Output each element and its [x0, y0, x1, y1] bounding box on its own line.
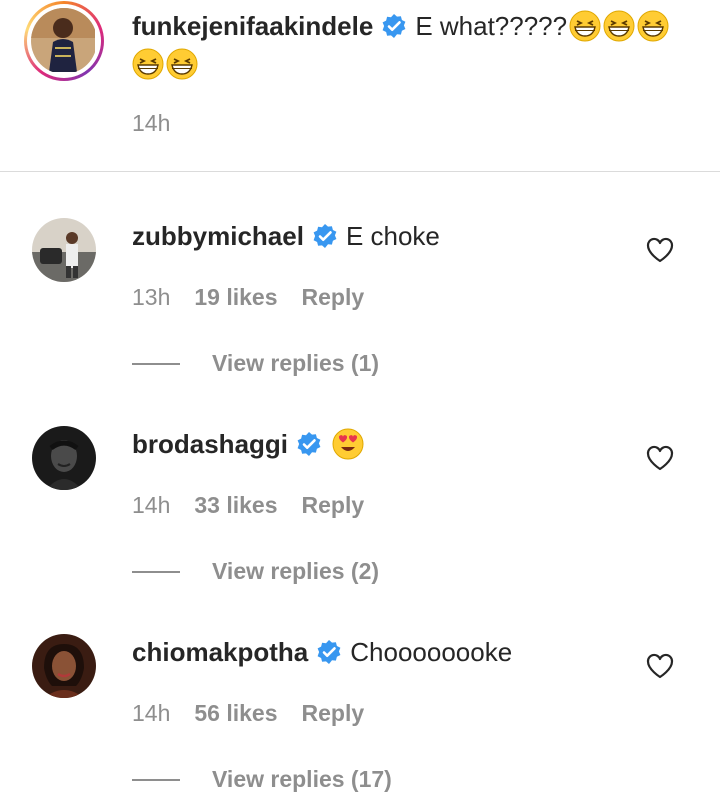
- grinning-squint-emoji: [603, 10, 635, 42]
- comment-meta: 13h 19 likes Reply: [132, 284, 364, 311]
- like-heart-icon[interactable]: [645, 443, 675, 473]
- comment-meta: 14h 33 likes Reply: [132, 492, 364, 519]
- timestamp: 13h: [132, 284, 171, 310]
- timestamp: 14h: [132, 700, 171, 726]
- heart-eyes-emoji: [332, 428, 364, 460]
- view-replies-button[interactable]: View replies (1): [132, 350, 379, 377]
- avatar[interactable]: [31, 8, 97, 74]
- caption-meta: 14h: [132, 110, 170, 137]
- reply-button[interactable]: Reply: [302, 700, 365, 727]
- like-heart-icon[interactable]: [645, 651, 675, 681]
- verified-badge-icon: [316, 639, 342, 665]
- caption-text: E what?????: [415, 11, 568, 41]
- divider: [0, 171, 720, 172]
- likes-count[interactable]: 33 likes: [194, 492, 277, 519]
- avatar[interactable]: [32, 426, 96, 490]
- grinning-squint-emoji: [166, 48, 198, 80]
- grinning-squint-emoji: [569, 10, 601, 42]
- verified-badge-icon: [312, 223, 338, 249]
- avatar[interactable]: [32, 218, 96, 282]
- caption-emoji-row: [132, 48, 198, 80]
- view-replies-button[interactable]: View replies (2): [132, 558, 379, 585]
- like-heart-icon[interactable]: [645, 235, 675, 265]
- username[interactable]: zubbymichael: [132, 218, 304, 254]
- username[interactable]: chiomakpotha: [132, 634, 308, 670]
- comment-line: brodashaggi: [132, 426, 692, 462]
- timestamp: 14h: [132, 492, 171, 518]
- comment-line: chiomakpotha Choooooooke: [132, 634, 692, 670]
- comment-text: E choke: [345, 221, 440, 251]
- likes-count[interactable]: 19 likes: [194, 284, 277, 311]
- view-replies-button[interactable]: View replies (17): [132, 766, 392, 793]
- reply-button[interactable]: Reply: [302, 284, 365, 311]
- view-replies-label: View replies (17): [212, 766, 392, 792]
- likes-count[interactable]: 56 likes: [194, 700, 277, 727]
- grinning-squint-emoji: [132, 48, 164, 80]
- avatar[interactable]: [32, 634, 96, 698]
- verified-badge-icon: [381, 13, 407, 39]
- comment-line: zubbymichael E choke: [132, 218, 692, 254]
- view-replies-label: View replies (2): [212, 558, 380, 584]
- timestamp: 14h: [132, 110, 171, 136]
- divider: [132, 570, 180, 573]
- caption-line: funkejenifaakindele E what?????: [132, 8, 692, 44]
- comment-text: Choooooooke: [350, 637, 513, 667]
- divider: [132, 778, 180, 781]
- username[interactable]: brodashaggi: [132, 426, 288, 462]
- grinning-squint-emoji: [637, 10, 669, 42]
- username[interactable]: funkejenifaakindele: [132, 8, 373, 44]
- divider: [132, 362, 180, 365]
- comment-meta: 14h 56 likes Reply: [132, 700, 364, 727]
- view-replies-label: View replies (1): [212, 350, 380, 376]
- verified-badge-icon: [296, 431, 322, 457]
- reply-button[interactable]: Reply: [302, 492, 365, 519]
- story-ring[interactable]: [24, 1, 104, 81]
